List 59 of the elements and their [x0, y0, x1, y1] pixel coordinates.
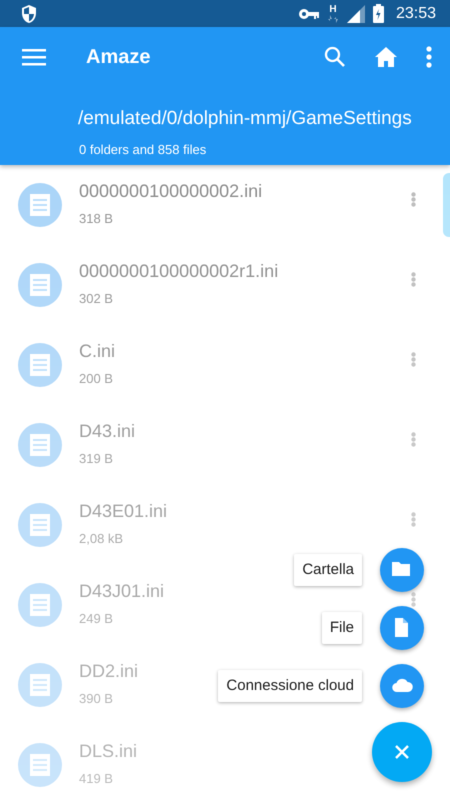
document-icon	[30, 594, 50, 616]
file-size: 2,08 kB	[79, 530, 124, 548]
action-label[interactable]: Cartella	[294, 554, 362, 586]
file-menu-button[interactable]	[411, 272, 416, 286]
document-icon	[30, 274, 50, 296]
home-icon	[374, 46, 398, 68]
file-name[interactable]: C.ini	[79, 341, 116, 364]
file-name[interactable]: DD2.ini	[79, 661, 138, 684]
more-icon	[411, 272, 416, 286]
battery-icon	[372, 4, 384, 23]
signal-icon	[346, 4, 365, 22]
file-name[interactable]: D43J01.ini	[79, 581, 164, 604]
mini-fab-button[interactable]	[380, 548, 424, 592]
file-name[interactable]: 0000000100000002r1.ini	[79, 261, 278, 284]
action-label[interactable]: File	[322, 612, 362, 644]
file-name[interactable]: 0000000100000002.ini	[79, 181, 262, 204]
document-icon	[30, 754, 50, 776]
file-menu-button[interactable]	[411, 512, 416, 526]
more-icon	[411, 592, 416, 606]
more-icon	[411, 192, 416, 206]
scrollbar-thumb[interactable]	[443, 173, 450, 237]
network-type-label: H	[329, 4, 337, 14]
clock-time: 23:53	[396, 4, 436, 24]
file-size: 302 B	[79, 290, 113, 308]
document-icon	[30, 674, 50, 696]
more-icon	[411, 432, 416, 446]
file-name[interactable]: D43E01.ini	[79, 501, 168, 524]
document-icon	[30, 514, 50, 536]
close-icon	[394, 744, 410, 760]
file-menu-button[interactable]	[411, 592, 416, 606]
file-size: 200 B	[79, 370, 113, 388]
document-icon	[30, 434, 50, 456]
more-icon	[411, 352, 416, 366]
file-size: 419 B	[79, 770, 113, 788]
file-menu-button[interactable]	[411, 192, 416, 206]
more-icon	[411, 512, 416, 526]
key-icon	[298, 8, 319, 20]
document-icon	[30, 194, 50, 216]
shield-icon	[20, 4, 38, 24]
document-icon	[30, 354, 50, 376]
data-arrows-icon	[326, 14, 339, 22]
mini-fab-button[interactable]	[380, 606, 424, 650]
fab-button[interactable]	[372, 722, 432, 782]
more-icon	[426, 46, 432, 68]
file-name[interactable]: DLS.ini	[79, 741, 138, 764]
file-size: 390 B	[79, 690, 113, 708]
action-label[interactable]: Connessione cloud	[218, 670, 362, 702]
app-title: Amaze	[86, 45, 152, 70]
file-size: 249 B	[79, 610, 113, 628]
mini-fab-button[interactable]	[380, 664, 424, 708]
file-name[interactable]: D43.ini	[79, 421, 136, 444]
menu-icon	[22, 48, 46, 66]
file-menu-button[interactable]	[411, 352, 416, 366]
path-breadcrumb[interactable]: /emulated/0/dolphin-mmj/GameSettings	[0, 105, 450, 134]
folder-summary: 0 folders and 858 files	[78, 140, 208, 158]
search-icon	[324, 46, 346, 68]
file-size: 319 B	[79, 450, 113, 468]
file-menu-button[interactable]	[411, 432, 416, 446]
file-size: 318 B	[79, 210, 113, 228]
